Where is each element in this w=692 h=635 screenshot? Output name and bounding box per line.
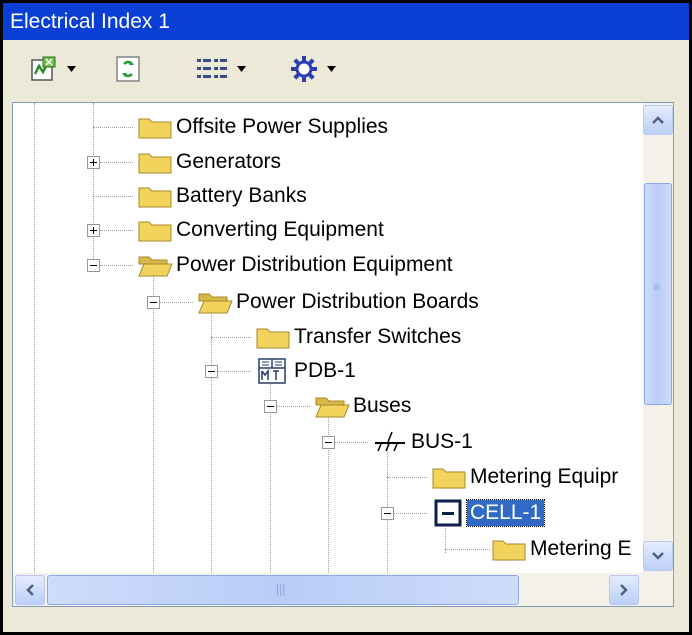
tree-item-label: Generators xyxy=(176,150,282,173)
collapse-pdb-1-button[interactable] xyxy=(205,365,218,378)
tree-item[interactable]: Transfer Switches xyxy=(255,320,464,354)
chevron-down-icon xyxy=(652,552,664,560)
tree-item[interactable]: Metering E xyxy=(491,532,635,566)
refresh-button[interactable] xyxy=(113,50,143,88)
vertical-scrollbar[interactable]: ≡ xyxy=(643,103,673,573)
tree-item-selected[interactable]: CELL-1 xyxy=(431,496,546,530)
collapse-power-distribution-equipment-button[interactable] xyxy=(87,259,100,272)
tree-item[interactable]: Buses xyxy=(314,389,414,423)
collapse-bus-1-button[interactable] xyxy=(322,436,335,449)
tree-item[interactable]: BUS-1 xyxy=(372,425,476,459)
list-view-icon xyxy=(197,59,227,78)
add-index-button[interactable] xyxy=(29,50,76,88)
tree-item[interactable]: PDB-1 xyxy=(255,354,359,388)
tree-item-label: Converting Equipment xyxy=(176,218,384,241)
folder-icon xyxy=(138,221,172,242)
settings-button[interactable] xyxy=(289,50,336,88)
dropdown-arrow-icon[interactable] xyxy=(67,66,76,72)
refresh-icon xyxy=(116,56,140,82)
tree-item-label: Metering E xyxy=(530,537,632,560)
expand-converting-equipment-button[interactable] xyxy=(87,224,100,237)
index-add-icon xyxy=(31,56,56,81)
tree-item-label: Offsite Power Supplies xyxy=(176,115,389,138)
scroll-down-button[interactable] xyxy=(643,541,673,571)
folder-icon xyxy=(492,540,526,561)
folder-icon xyxy=(138,187,172,208)
chevron-up-icon xyxy=(652,116,664,124)
tree-item-label: Power Distribution Boards xyxy=(236,290,479,313)
tree-item[interactable]: Power Distribution Equipment xyxy=(137,248,456,282)
chevron-right-icon xyxy=(620,584,628,596)
tree-item[interactable]: Generators xyxy=(137,145,284,179)
collapse-buses-button[interactable] xyxy=(264,400,277,413)
vertical-scroll-thumb[interactable]: ≡ xyxy=(644,183,672,405)
scroll-up-button[interactable] xyxy=(643,105,673,135)
tree-item-label: Transfer Switches xyxy=(294,325,462,348)
tree-item-label: BUS-1 xyxy=(411,430,473,453)
folder-icon xyxy=(138,118,172,139)
tree-item[interactable]: Converting Equipment xyxy=(137,213,387,247)
folder-open-icon xyxy=(198,293,233,314)
folder-open-icon xyxy=(138,256,173,277)
cell-icon xyxy=(434,499,462,527)
folder-icon xyxy=(432,468,466,489)
tree-item[interactable]: Power Distribution Boards xyxy=(197,285,482,319)
tree-item-label: Metering Equipr xyxy=(470,465,619,488)
folder-icon xyxy=(138,153,172,174)
expand-generators-button[interactable] xyxy=(87,156,100,169)
dropdown-arrow-icon[interactable] xyxy=(327,66,336,72)
tree-item[interactable]: Battery Banks xyxy=(137,179,310,213)
view-options-button[interactable] xyxy=(195,50,246,88)
scroll-right-button[interactable] xyxy=(609,575,639,605)
gear-icon xyxy=(291,56,317,82)
tree-item-label: CELL-1 xyxy=(465,499,546,527)
tree-item-label: Buses xyxy=(353,394,412,417)
electrical-index-window: Electrical Index 1 Offsite Power Supplie… xyxy=(0,0,692,635)
distribution-board-icon xyxy=(258,358,286,384)
tree-view[interactable]: Offsite Power Supplies Generators Batter… xyxy=(12,102,674,607)
tree-item-label: Power Distribution Equipment xyxy=(176,253,453,276)
chevron-left-icon xyxy=(26,584,34,596)
tree-item-label: PDB-1 xyxy=(294,359,356,382)
horizontal-scroll-thumb[interactable]: ||| xyxy=(47,575,519,605)
scroll-left-button[interactable] xyxy=(15,575,45,605)
tree-item[interactable]: Metering Equipr xyxy=(431,460,621,494)
folder-open-icon xyxy=(315,397,350,418)
folder-icon xyxy=(256,328,290,349)
tree-item-label: Battery Banks xyxy=(176,184,307,207)
collapse-power-distribution-boards-button[interactable] xyxy=(147,296,160,309)
toolbar xyxy=(3,40,689,100)
horizontal-scrollbar[interactable]: ||| xyxy=(13,573,673,606)
collapse-cell-1-button[interactable] xyxy=(381,507,394,520)
dropdown-arrow-icon[interactable] xyxy=(237,66,246,72)
tree-item[interactable]: Offsite Power Supplies xyxy=(137,110,391,144)
bus-icon xyxy=(375,431,405,452)
window-title: Electrical Index 1 xyxy=(3,3,689,40)
